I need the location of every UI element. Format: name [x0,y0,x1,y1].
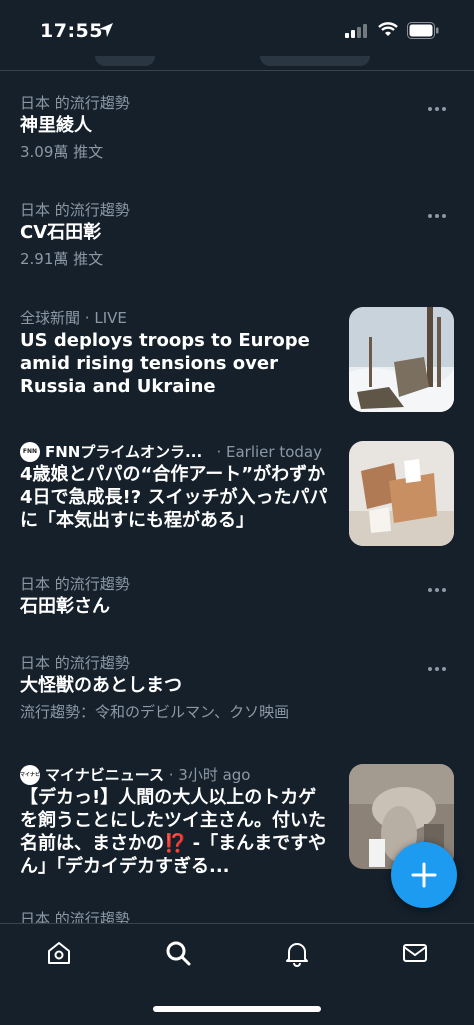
news-image [349,307,454,412]
tab-notifications[interactable] [282,938,312,968]
trend-location: 日本 的流行趨勢 [20,654,130,672]
trend-location: 日本 的流行趨勢 [20,910,130,923]
news-source: FNNプライムオンラ... [45,443,203,461]
tab-messages[interactable] [400,938,430,968]
news-meta: 全球新聞 · LIVE [20,307,334,329]
news-time: · 3小时 ago [168,766,251,784]
news-meta: マイナビ マイナビニュース · 3小时 ago [20,764,334,786]
news-item[interactable]: マイナビ マイナビニュース · 3小时 ago 【デカっ!】人間の大人以上のトカ… [20,764,334,878]
compose-tweet-button[interactable] [391,842,457,908]
news-source: マイナビニュース [45,766,164,784]
location-arrow-icon [99,23,113,37]
more-options-icon[interactable] [428,203,450,218]
tab-explore[interactable] [163,938,193,968]
home-icon [48,942,70,964]
more-options-icon[interactable] [428,577,450,592]
bell-icon [286,943,308,967]
trend-item[interactable]: 日本 的流行趨勢 CV石田彰 2.91萬 推文 [20,199,450,270]
battery-icon [407,22,439,39]
news-image [349,441,454,546]
trend-tweet-count: 3.09萬 推文 [20,143,104,161]
more-options-icon[interactable] [428,656,450,671]
source-logo: FNN [20,442,40,462]
tab-home[interactable] [44,938,74,968]
trend-location: 日本 的流行趨勢 [20,94,130,112]
status-bar: 17:55 [0,0,474,71]
news-headline: 4歳娘とパパの“合作アート”がわずか4日で急成長!? スイッチが入ったパパに「本… [20,464,328,531]
cellular-signal-icon [345,24,367,38]
header-image-fragment [260,56,370,66]
trend-location: 日本 的流行趨勢 [20,201,130,219]
more-options-icon[interactable] [428,96,450,111]
mail-icon [403,944,427,962]
explore-feed[interactable]: 日本 的流行趨勢 神里綾人 3.09萬 推文 日本 的流行趨勢 CV石田彰 2.… [0,70,474,923]
home-indicator [153,1006,321,1012]
news-headline: US deploys troops to Europe amid rising … [20,330,310,397]
trend-title: 大怪獣のあとしまつ [20,675,182,696]
trend-location: 日本 的流行趨勢 [20,575,130,593]
source-logo: マイナビ [20,765,40,785]
status-time: 17:55 [40,20,103,42]
trend-title: 神里綾人 [20,115,92,136]
news-time: · Earlier today [216,443,322,461]
search-icon [166,941,191,966]
news-headline: 【デカっ!】人間の大人以上のトカゲを飼うことにしたツイ主さん。付いた名前は、まさ… [20,787,327,877]
wifi-icon [378,22,398,36]
plus-icon [411,862,437,888]
news-thumbnail[interactable] [349,307,454,412]
news-item[interactable]: FNN FNNプライムオンラ... · Earlier today 4歳娘とパパ… [20,441,334,532]
trend-related: 流行趨勢：令和のデビルマン、クソ映画 [20,703,290,721]
news-category: 全球新聞 [20,309,81,327]
trend-item[interactable]: 日本 的流行趨勢 大怪獣のあとしまつ 流行趨勢：令和のデビルマン、クソ映画 [20,652,450,723]
news-meta: FNN FNNプライムオンラ... · Earlier today [20,441,334,463]
news-thumbnail[interactable] [349,441,454,546]
trend-item[interactable]: 日本 的流行趨勢 神里綾人 3.09萬 推文 [20,92,450,163]
trend-tweet-count: 2.91萬 推文 [20,250,104,268]
trend-title: CV石田彰 [20,222,102,243]
news-live-tag: · LIVE [84,309,127,327]
header-image-fragment [95,56,155,66]
news-item[interactable]: 全球新聞 · LIVE US deploys troops to Europe … [20,307,334,398]
trend-title: 石田彰さん [20,596,110,617]
trend-item[interactable]: 日本 的流行趨勢 [20,908,450,923]
trend-item[interactable]: 日本 的流行趨勢 石田彰さん [20,573,450,618]
